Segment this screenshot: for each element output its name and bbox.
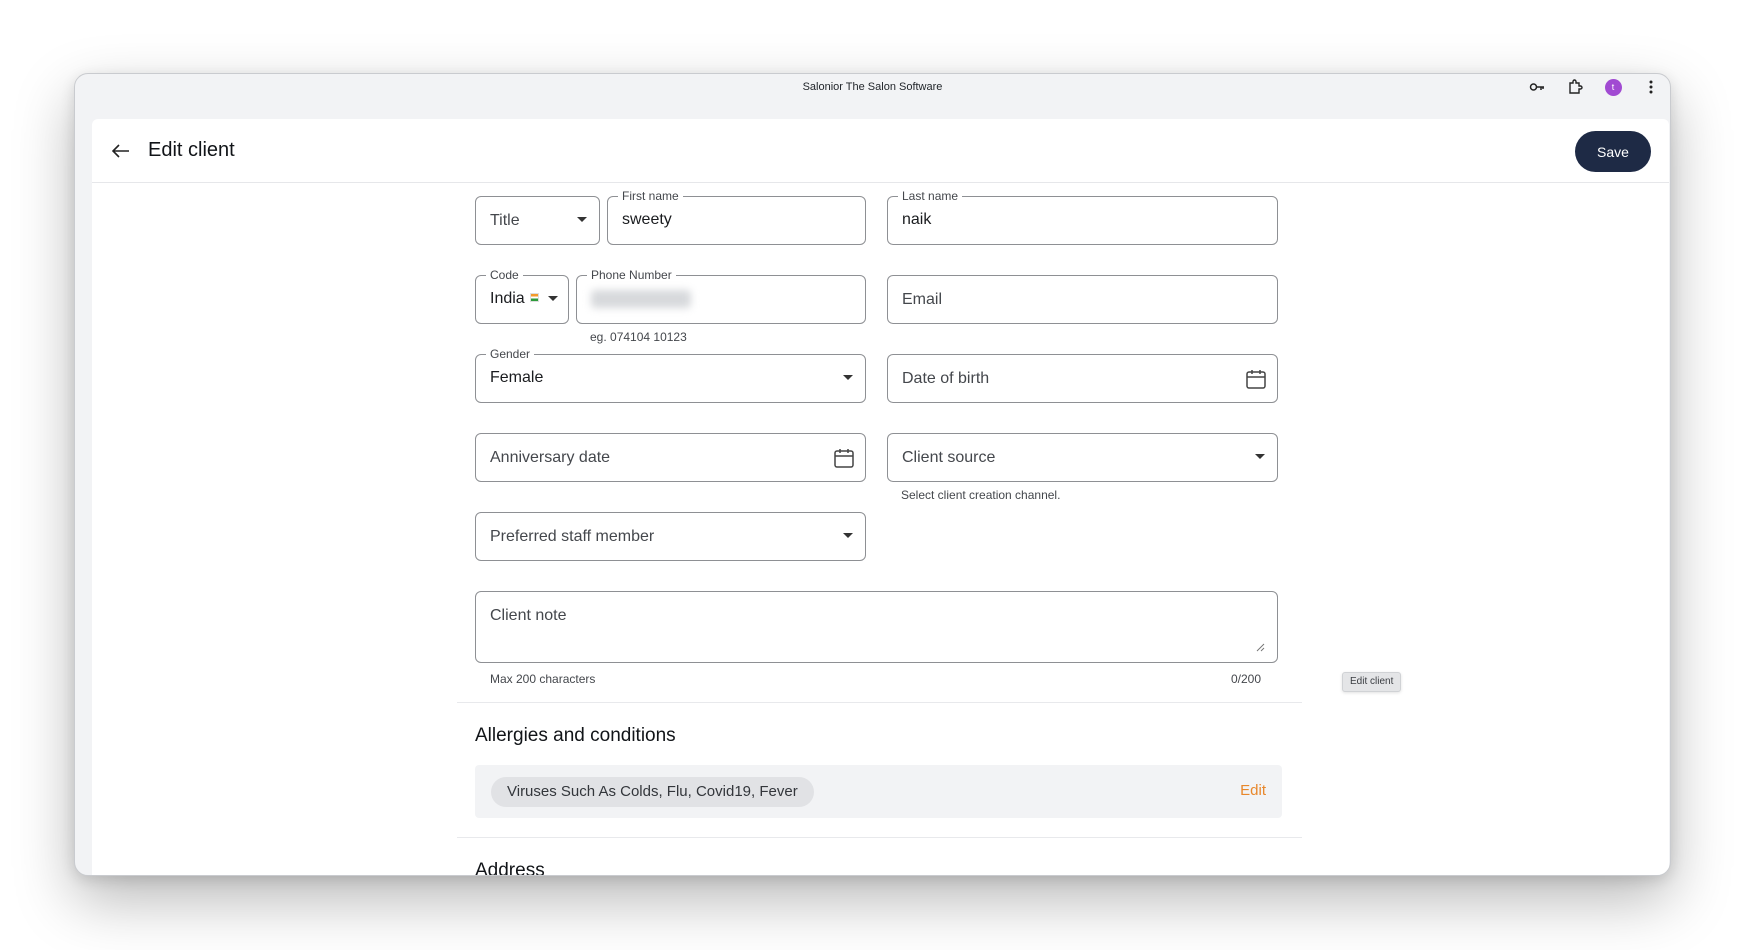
code-label: Code bbox=[486, 268, 523, 282]
preferred-staff-select[interactable]: Preferred staff member bbox=[475, 512, 866, 561]
india-flag-icon bbox=[529, 293, 539, 302]
code-value: India bbox=[490, 290, 525, 307]
last-name-value: naik bbox=[902, 211, 932, 228]
extension-icon[interactable] bbox=[1566, 78, 1584, 96]
client-source-placeholder: Client source bbox=[902, 449, 996, 466]
chevron-down-icon bbox=[548, 296, 558, 301]
divider bbox=[457, 837, 1302, 838]
client-source-helper: Select client creation channel. bbox=[901, 488, 1061, 502]
form-content: Title First name sweety Last name naik C… bbox=[92, 184, 1669, 876]
phone-number-field[interactable]: Phone Number bbox=[576, 268, 866, 324]
client-note-helper: Max 200 characters bbox=[490, 672, 596, 686]
window-title: Salonior The Salon Software bbox=[802, 81, 943, 93]
allergy-chip: Viruses Such As Colds, Flu, Covid19, Fev… bbox=[491, 777, 814, 807]
title-placeholder: Title bbox=[490, 212, 520, 229]
page-header: Edit client Save bbox=[92, 119, 1669, 183]
email-placeholder: Email bbox=[902, 291, 943, 308]
client-note-textarea[interactable]: Client note bbox=[475, 591, 1278, 663]
title-bar: Salonior The Salon Software t bbox=[75, 74, 1670, 100]
gender-select[interactable]: Gender Female bbox=[475, 347, 866, 403]
anniversary-date-field[interactable]: Anniversary date bbox=[475, 433, 866, 482]
client-note-placeholder: Client note bbox=[490, 607, 567, 624]
last-name-field[interactable]: Last name naik bbox=[887, 189, 1278, 245]
back-arrow-icon[interactable] bbox=[109, 139, 133, 163]
page-title: Edit client bbox=[148, 139, 235, 161]
gender-value: Female bbox=[490, 369, 544, 386]
country-code-select[interactable]: Code India bbox=[475, 268, 569, 324]
chevron-down-icon bbox=[843, 375, 853, 380]
first-name-value: sweety bbox=[622, 211, 672, 228]
address-section-title: Address bbox=[475, 860, 545, 876]
more-vert-icon[interactable] bbox=[1642, 78, 1660, 96]
key-icon[interactable] bbox=[1528, 78, 1546, 96]
calendar-icon[interactable] bbox=[1245, 368, 1267, 390]
phone-label: Phone Number bbox=[587, 268, 676, 282]
first-name-field[interactable]: First name sweety bbox=[607, 189, 866, 245]
allergies-panel: Viruses Such As Colds, Flu, Covid19, Fev… bbox=[475, 765, 1282, 818]
phone-helper: eg. 074104 10123 bbox=[590, 330, 687, 344]
resize-handle-icon[interactable] bbox=[1256, 643, 1265, 652]
phone-value-redacted bbox=[591, 290, 691, 308]
edit-allergies-link[interactable]: Edit bbox=[1240, 782, 1266, 799]
email-field[interactable]: Email bbox=[887, 275, 1278, 324]
tooltip: Edit client bbox=[1342, 672, 1402, 692]
preferred-staff-placeholder: Preferred staff member bbox=[490, 528, 655, 545]
divider bbox=[457, 702, 1302, 703]
toolbar-icons: t bbox=[1508, 78, 1660, 96]
save-button[interactable]: Save bbox=[1575, 131, 1651, 172]
client-source-select[interactable]: Client source bbox=[887, 433, 1278, 482]
title-select[interactable]: Title bbox=[475, 196, 600, 245]
date-of-birth-field[interactable]: Date of birth bbox=[887, 354, 1278, 403]
client-note-counter: 0/200 bbox=[1231, 672, 1262, 686]
browser-window: Salonior The Salon Software t Edit clien… bbox=[74, 73, 1671, 876]
profile-avatar[interactable]: t bbox=[1604, 78, 1622, 96]
avatar: t bbox=[1604, 78, 1622, 96]
app-page: Edit client Save Title First name sweety… bbox=[92, 119, 1669, 876]
chevron-down-icon bbox=[843, 533, 853, 538]
gender-label: Gender bbox=[486, 347, 535, 361]
code-value-wrap: India bbox=[490, 290, 539, 308]
calendar-icon[interactable] bbox=[833, 447, 855, 469]
allergies-section-title: Allergies and conditions bbox=[475, 725, 676, 746]
first-name-label: First name bbox=[618, 189, 683, 203]
anniversary-placeholder: Anniversary date bbox=[490, 449, 611, 466]
chevron-down-icon bbox=[1255, 454, 1265, 459]
dob-placeholder: Date of birth bbox=[902, 370, 990, 387]
chevron-down-icon bbox=[577, 217, 587, 222]
last-name-label: Last name bbox=[898, 189, 963, 203]
